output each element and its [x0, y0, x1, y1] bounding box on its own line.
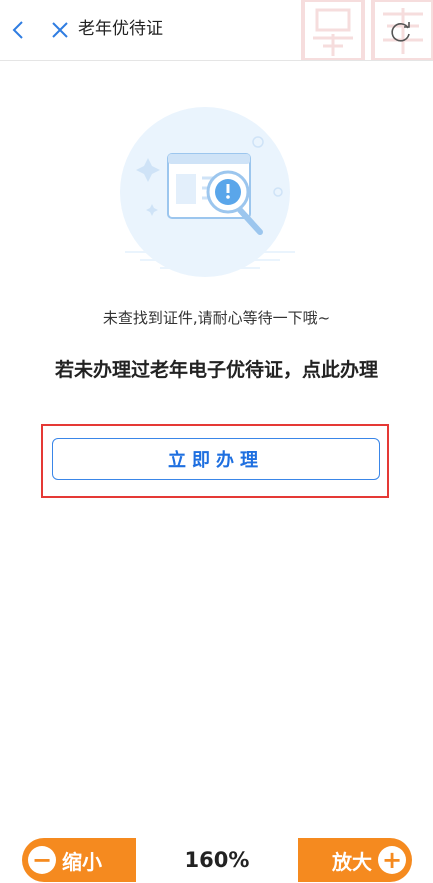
zoom-out-label: 缩小 — [62, 849, 102, 874]
chevron-left-icon — [12, 21, 23, 39]
minus-icon: − — [28, 846, 56, 874]
zoom-out-button[interactable]: − 缩小 — [28, 838, 102, 882]
zoom-in-label: 放大 — [332, 849, 372, 874]
close-icon — [52, 22, 68, 38]
status-message: 未查找到证件,请耐心等待一下哦~ — [102, 309, 331, 327]
zoom-in-button[interactable]: 放大 + — [332, 838, 406, 882]
zoom-control-bar: − 缩小 160% 放大 + — [22, 838, 412, 882]
back-button[interactable] — [6, 18, 30, 42]
zoom-level-display: 160% — [136, 838, 298, 882]
plus-icon: + — [378, 846, 406, 874]
apply-now-button[interactable]: 立即办理 — [52, 438, 380, 480]
no-certificate-illustration — [120, 107, 295, 277]
page-title: 老年优待证 — [78, 19, 163, 39]
top-navigation-bar: 老年优待证 — [0, 0, 433, 61]
apply-prompt-text: 若未办理过老年电子优待证，点此办理 — [54, 359, 378, 381]
close-button[interactable] — [48, 18, 72, 42]
refresh-icon[interactable] — [389, 20, 413, 44]
